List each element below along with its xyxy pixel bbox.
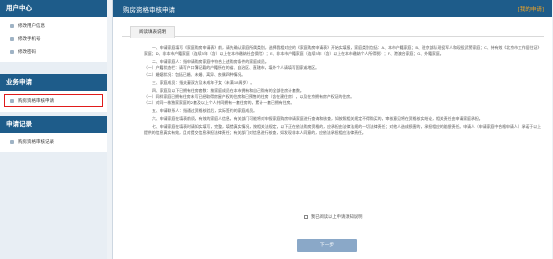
sidebar-header-business: 业务申请 <box>0 74 107 91</box>
bullet-icon <box>10 23 14 28</box>
bullet-icon <box>10 49 14 54</box>
sidebar: 用户中心 修改用户信息 修改手机号 修改密码 业务申请 购房资格审核申请 申请记… <box>0 0 107 259</box>
agree-label[interactable]: 我已阅读以上申请须知说明 <box>311 215 363 220</box>
instruction-paragraph: 一、申请家庭填写《家庭购房申请表》前，请先确认家庭所属类别，选择我相对应的《家庭… <box>144 45 542 57</box>
page-title: 购房资格审核申请 <box>123 5 175 14</box>
sidebar-item-edit-user-info[interactable]: 修改用户信息 <box>0 19 107 32</box>
sidebar-item-purchase-qualification-records[interactable]: 购房资格审核记录 <box>0 135 107 148</box>
sidebar-item-edit-password[interactable]: 修改密码 <box>0 45 107 58</box>
tab-read-instructions[interactable]: 阅读填表说明 <box>130 26 175 38</box>
sidebar-item-label: 修改用户信息 <box>18 23 45 29</box>
sidebar-header-records: 申请记录 <box>0 116 107 133</box>
sidebar-list-records: 购房资格审核记录 <box>0 133 107 152</box>
instruction-paragraph: 二、申请家庭人：指申请购房家庭中符合上述购房条件的家庭成员。 （一）户籍状态栏：… <box>144 59 320 77</box>
sidebar-header-user-center: 用户中心 <box>0 0 107 17</box>
sidebar-item-edit-phone[interactable]: 修改手机号 <box>0 32 107 45</box>
agree-row: 我已阅读以上申请须知说明 <box>113 214 553 220</box>
sidebar-item-label: 购房资格审核记录 <box>18 139 54 145</box>
instruction-paragraph: 四、家庭及以下已拥有住房套数：按家庭成员在本市拥有和自己购有的全部住房计套数。 … <box>144 87 355 106</box>
tab-bar: 阅读填表说明 <box>122 24 544 38</box>
agree-checkbox[interactable] <box>303 214 308 219</box>
sidebar-item-label: 购房资格审核申请 <box>18 98 54 104</box>
instruction-paragraph: 七、申请家庭在填表时请如实填写，完整，填错真实情况，按相关法规定，以下正在依法购… <box>144 123 542 136</box>
bullet-icon <box>10 98 14 103</box>
sidebar-item-purchase-qualification-apply[interactable]: 购房资格审核申请 <box>4 94 103 107</box>
bullet-icon <box>10 139 14 144</box>
instruction-paragraph: 三、家庭成员：指夫妻双方及未成年子女（未满18周岁）。 <box>152 79 255 85</box>
my-applications-link[interactable]: [我的申请] <box>518 5 544 13</box>
instruction-paragraph: 五、申请联系人：指通过资格核验后，实际签约的家庭成员。 <box>152 108 258 114</box>
main-panel: 购房资格审核申请 [我的申请] 阅读填表说明 一、申请家庭填写《家庭购房申请表》… <box>112 0 552 259</box>
next-button[interactable]: 下一步 <box>297 239 357 252</box>
sidebar-item-label: 修改密码 <box>18 49 36 55</box>
sidebar-list-business: 购房资格审核申请 <box>0 91 107 112</box>
main-header: 购房资格审核申请 [我的申请] <box>113 0 552 17</box>
bullet-icon <box>10 36 14 41</box>
instruction-paragraph: 六、申请家庭在填表前须，有效的家庭人信息，有关部门可能将对申报家庭购房申请家庭进… <box>152 115 483 121</box>
sidebar-item-label: 修改手机号 <box>18 36 41 42</box>
instructions-text: 一、申请家庭填写《家庭购房申请表》前，请先确认家庭所属类别，选择我相对应的《家庭… <box>144 45 544 138</box>
sidebar-list-user-center: 修改用户信息 修改手机号 修改密码 <box>0 17 107 62</box>
